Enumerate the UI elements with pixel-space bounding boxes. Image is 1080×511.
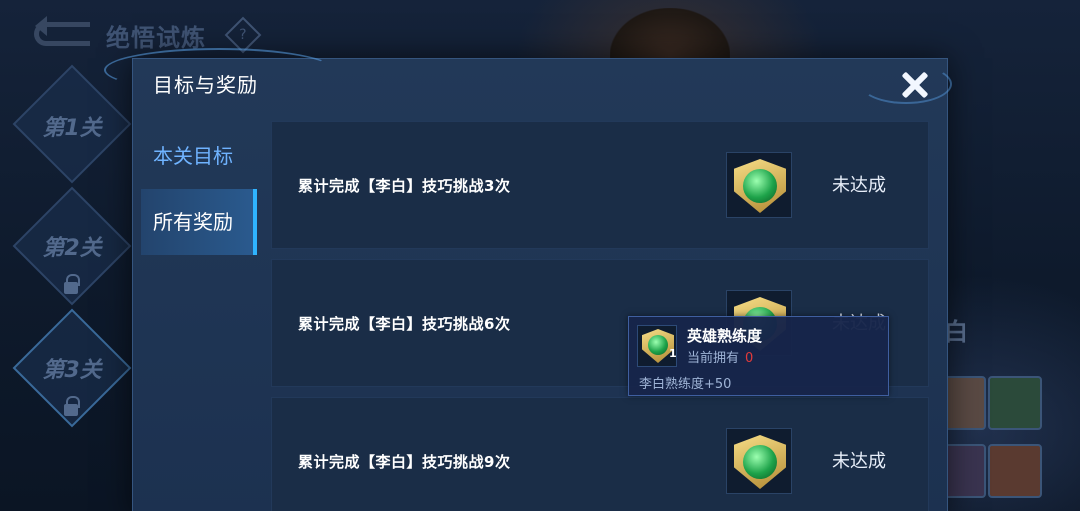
level-3-label: 第3关: [42, 358, 102, 383]
owned-line: 当前拥有 0: [687, 347, 753, 366]
item-count: 1: [669, 347, 677, 360]
goal-text: 累计完成【李白】技巧挑战9次: [298, 453, 511, 471]
level-1-label: 第1关: [42, 116, 102, 141]
goal-status: 未达成: [832, 451, 886, 472]
reward-item[interactable]: [726, 428, 792, 494]
tooltip-description: 李白熟练度+50: [639, 377, 732, 392]
avatar[interactable]: [988, 444, 1042, 498]
tooltip-title: 英雄熟练度: [687, 327, 763, 345]
level-2-label: 第2关: [42, 236, 102, 261]
goal-text: 累计完成【李白】技巧挑战6次: [298, 315, 511, 333]
goals-rewards-dialog: 目标与奖励 本关目标 所有奖励 累计完成【李白】技巧挑战3次 未达成 累计完成【…: [132, 58, 948, 511]
tab-level-goals[interactable]: 本关目标: [141, 123, 257, 189]
decorative-swirl: [860, 64, 952, 104]
proficiency-badge-icon: [734, 159, 786, 213]
goal-row: 累计完成【李白】技巧挑战3次 未达成: [271, 121, 929, 249]
lock-icon: [64, 274, 80, 294]
back-arrow-icon[interactable]: [34, 16, 90, 46]
goal-text: 累计完成【李白】技巧挑战3次: [298, 177, 511, 195]
tab-all-rewards[interactable]: 所有奖励: [141, 189, 257, 255]
avatar[interactable]: [988, 376, 1042, 430]
tooltip-item-icon: [637, 325, 677, 367]
item-tooltip: 1 英雄熟练度 当前拥有 0 李白熟练度+50: [628, 316, 889, 396]
owned-value: 0: [745, 351, 754, 366]
proficiency-badge-icon: [734, 435, 786, 489]
decorative-swirl: [104, 48, 334, 92]
owned-label: 当前拥有: [687, 351, 740, 366]
reward-item[interactable]: [726, 152, 792, 218]
goal-status: 未达成: [832, 175, 886, 196]
goal-row: 累计完成【李白】技巧挑战9次 未达成: [271, 397, 929, 511]
lock-icon: [64, 396, 80, 416]
